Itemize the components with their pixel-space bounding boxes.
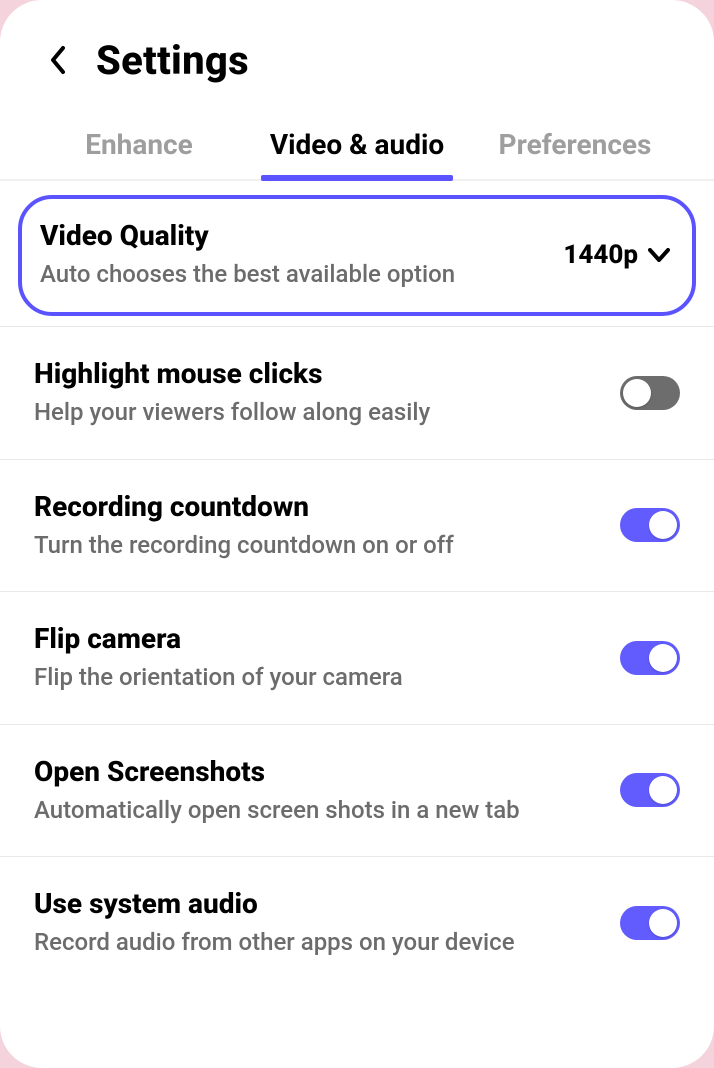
row-title: Highlight mouse clicks — [34, 357, 604, 390]
back-button[interactable] — [34, 36, 82, 84]
row-subtitle: Automatically open screen shots in a new… — [34, 794, 604, 826]
row-title: Use system audio — [34, 887, 604, 920]
row-subtitle: Record audio from other apps on your dev… — [34, 926, 604, 958]
toggle-knob — [649, 909, 677, 937]
row-subtitle: Turn the recording countdown on or off — [34, 529, 604, 561]
flip-camera-row: Flip camera Flip the orientation of your… — [0, 591, 714, 723]
toggle-knob — [649, 776, 677, 804]
tab-label: Preferences — [499, 128, 652, 161]
row-subtitle: Flip the orientation of your camera — [34, 661, 604, 693]
tab-preferences[interactable]: Preferences — [466, 128, 684, 179]
flip-camera-toggle[interactable] — [620, 641, 680, 675]
row-title: Flip camera — [34, 622, 604, 655]
video-quality-value: 1440p — [563, 240, 638, 270]
settings-panel: Settings Enhance Video & audio Preferenc… — [0, 0, 714, 1068]
row-title: Open Screenshots — [34, 755, 604, 788]
toggle-knob — [649, 511, 677, 539]
row-subtitle: Auto chooses the best available option — [40, 258, 553, 290]
tab-label: Enhance — [85, 128, 193, 161]
page-title: Settings — [96, 37, 249, 84]
row-text: Open Screenshots Automatically open scre… — [34, 755, 620, 826]
highlight-clicks-row: Highlight mouse clicks Help your viewers… — [0, 326, 714, 458]
row-text: Use system audio Record audio from other… — [34, 887, 620, 958]
settings-list: Highlight mouse clicks Help your viewers… — [0, 326, 714, 988]
chevron-down-icon — [648, 248, 670, 262]
open-screenshots-row: Open Screenshots Automatically open scre… — [0, 724, 714, 856]
row-title: Video Quality — [40, 219, 553, 252]
row-title: Recording countdown — [34, 490, 604, 523]
row-text: Highlight mouse clicks Help your viewers… — [34, 357, 620, 428]
tab-enhance[interactable]: Enhance — [30, 128, 248, 179]
tab-label: Video & audio — [270, 128, 444, 161]
recording-countdown-toggle[interactable] — [620, 508, 680, 542]
highlight-clicks-toggle[interactable] — [620, 376, 680, 410]
chevron-left-icon — [49, 46, 67, 74]
video-quality-text: Video Quality Auto chooses the best avai… — [40, 219, 563, 290]
tabs: Enhance Video & audio Preferences — [0, 128, 714, 181]
system-audio-toggle[interactable] — [620, 906, 680, 940]
video-quality-row[interactable]: Video Quality Auto chooses the best avai… — [18, 195, 696, 316]
recording-countdown-row: Recording countdown Turn the recording c… — [0, 459, 714, 591]
row-text: Flip camera Flip the orientation of your… — [34, 622, 620, 693]
row-subtitle: Help your viewers follow along easily — [34, 396, 604, 428]
system-audio-row: Use system audio Record audio from other… — [0, 856, 714, 988]
open-screenshots-toggle[interactable] — [620, 773, 680, 807]
toggle-knob — [623, 379, 651, 407]
video-quality-select[interactable]: 1440p — [563, 240, 670, 270]
row-text: Recording countdown Turn the recording c… — [34, 490, 620, 561]
header: Settings — [0, 0, 714, 94]
tab-video-audio[interactable]: Video & audio — [248, 128, 466, 179]
toggle-knob — [649, 644, 677, 672]
